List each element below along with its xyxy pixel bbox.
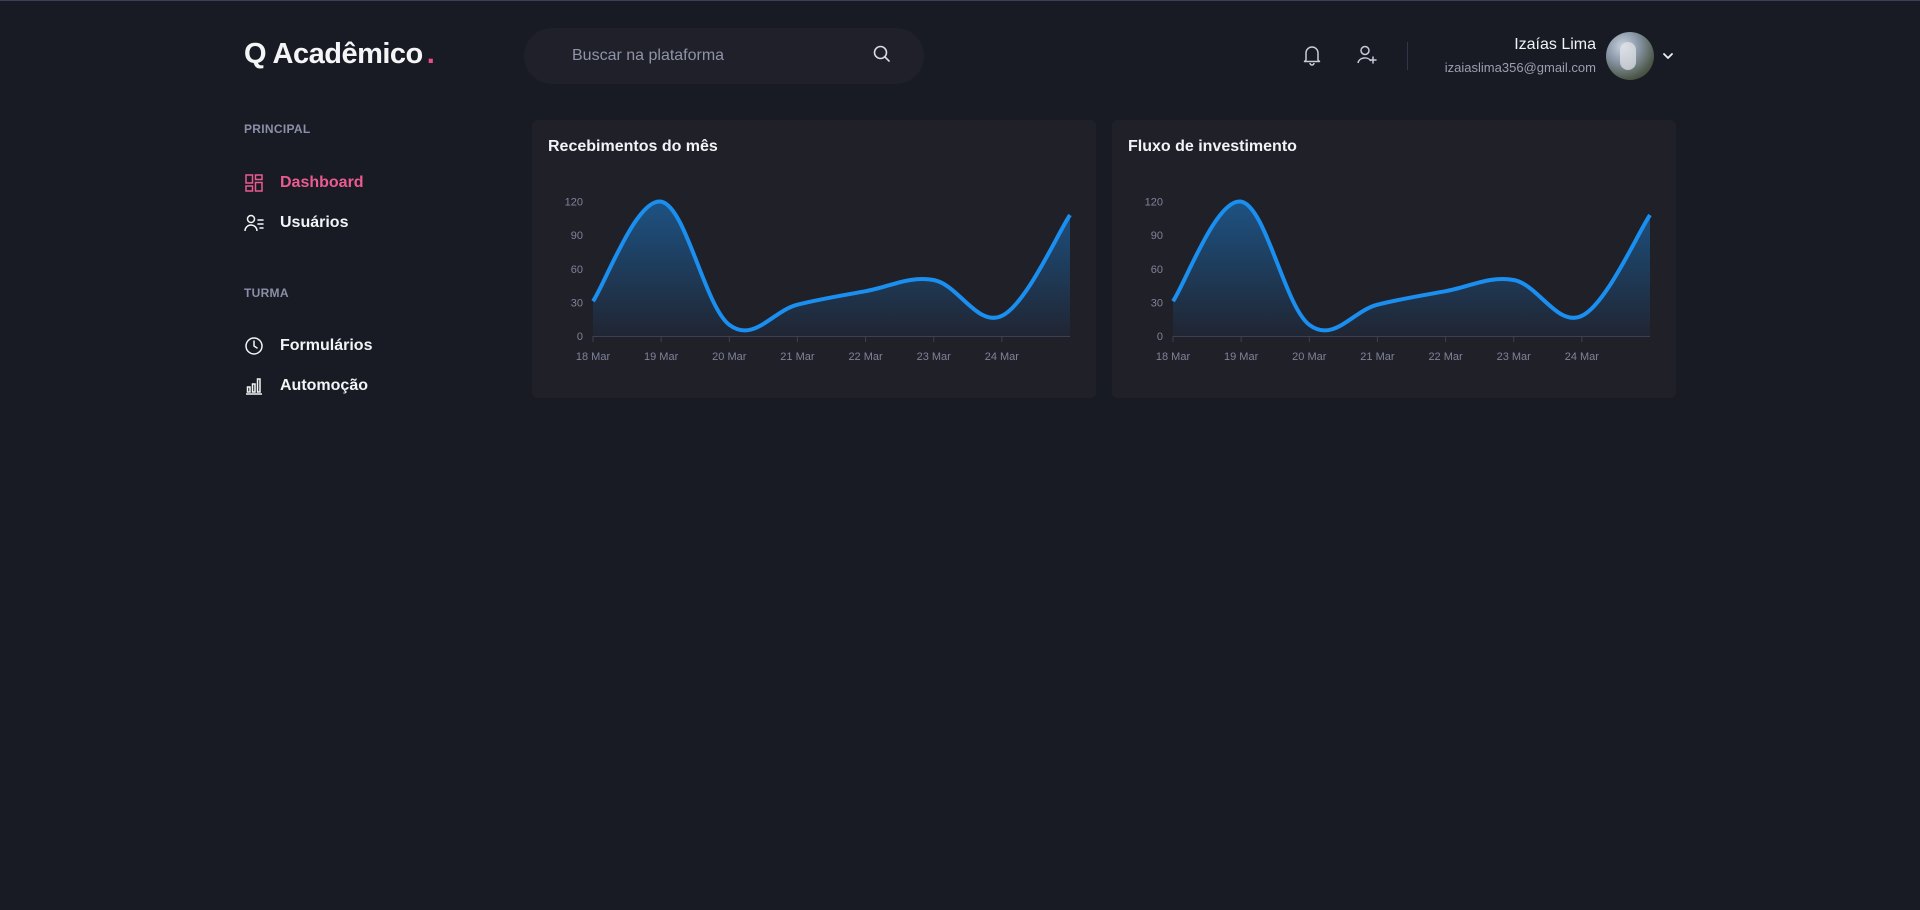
user-name: Izaías Lima [1514, 36, 1596, 53]
y-tick-label: 0 [1157, 331, 1163, 343]
x-tick-label: 21 Mar [1360, 351, 1395, 363]
x-tick-label: 18 Mar [576, 351, 611, 363]
area-chart: 0 30 60 90 120 18 Mar 19 Mar 20 Mar 21 Mar 22 Mar… [1145, 197, 1652, 363]
users-list-icon [244, 213, 264, 233]
y-tick-label: 30 [571, 297, 583, 309]
area-chart: 0 30 60 90 120 18 Mar 19 Mar 20 Mar 21 Mar 22 Mar… [565, 197, 1072, 363]
x-tick-label: 20 Mar [1292, 351, 1327, 363]
y-tick-label: 120 [565, 197, 583, 209]
header: Q Acadêmico. Izaías Lima izaiaslima356@g… [244, 28, 1674, 84]
sidebar-item-usuarios[interactable]: Usuários [244, 209, 348, 237]
x-tick-label: 23 Mar [1497, 351, 1532, 363]
search-icon[interactable] [872, 44, 892, 69]
bar-chart-icon [244, 376, 264, 396]
y-tick-label: 120 [1145, 197, 1163, 209]
y-tick-label: 60 [571, 264, 583, 276]
x-tick-label: 21 Mar [780, 351, 815, 363]
header-divider [1407, 42, 1408, 70]
x-tick-label: 22 Mar [848, 351, 883, 363]
avatar[interactable] [1606, 32, 1654, 80]
x-tick-label: 19 Mar [644, 351, 679, 363]
sidebar-section-title-turma: TURMA [244, 286, 289, 300]
sidebar-item-label: Usuários [280, 214, 349, 231]
x-tick-label: 20 Mar [712, 351, 747, 363]
y-tick-label: 0 [577, 331, 583, 343]
sidebar-item-automocao[interactable]: Automoção [244, 372, 368, 400]
clock-icon [244, 336, 264, 356]
x-tick-label: 19 Mar [1224, 351, 1259, 363]
dashboard-icon [244, 173, 264, 193]
x-tick-label: 24 Mar [985, 351, 1020, 363]
sidebar-section-title-principal: PRINCIPAL [244, 122, 311, 136]
x-tick-label: 22 Mar [1428, 351, 1463, 363]
y-tick-label: 90 [1151, 230, 1163, 242]
sidebar-item-label: Automoção [280, 377, 368, 394]
sidebar-item-label: Dashboard [280, 174, 364, 191]
add-user-icon[interactable] [1356, 44, 1378, 71]
sidebar-item-dashboard[interactable]: Dashboard [244, 169, 364, 197]
bell-icon[interactable] [1302, 44, 1322, 71]
sidebar-item-label: Formulários [280, 337, 373, 354]
user-email: izaiaslima356@gmail.com [1444, 60, 1596, 75]
logo-dot: . [426, 38, 435, 70]
logo-text: Q Acadêmico [244, 38, 423, 70]
chart-card-recebimentos: Recebimentos do mês 0 30 60 90 120 18 Mar 19 M… [532, 120, 1096, 398]
sidebar-item-formularios[interactable]: Formulários [244, 332, 372, 360]
top-border [0, 0, 1920, 1]
x-tick-label: 23 Mar [917, 351, 952, 363]
chart-card-fluxo: Fluxo de investimento 0 30 60 90 120 18 Mar 19… [1112, 120, 1676, 398]
chevron-down-icon[interactable] [1662, 49, 1674, 67]
y-tick-label: 60 [1151, 264, 1163, 276]
y-tick-label: 90 [571, 230, 583, 242]
x-tick-label: 18 Mar [1156, 351, 1191, 363]
search-input[interactable] [524, 28, 854, 84]
y-tick-label: 30 [1151, 297, 1163, 309]
x-tick-label: 24 Mar [1565, 351, 1600, 363]
app-logo[interactable]: Q Acadêmico. [244, 38, 435, 71]
search-bar [524, 28, 924, 84]
user-profile[interactable]: Izaías Lima izaiaslima356@gmail.com [1414, 28, 1674, 84]
